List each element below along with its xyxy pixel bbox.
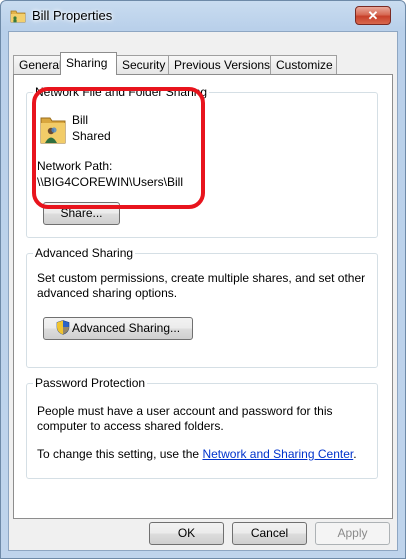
tab-customize[interactable]: Customize bbox=[270, 55, 337, 74]
advanced-sharing-button[interactable]: Advanced Sharing... bbox=[43, 317, 193, 340]
password-protection-legend: Password Protection bbox=[33, 376, 148, 390]
folder-icon bbox=[10, 10, 26, 23]
advanced-sharing-group: Advanced Sharing Set custom permissions,… bbox=[26, 246, 378, 368]
tab-general[interactable]: General bbox=[13, 55, 62, 74]
ok-button[interactable]: OK bbox=[149, 522, 224, 545]
close-button[interactable]: ✕ bbox=[355, 6, 391, 25]
change-setting-text: To change this setting, use the Network … bbox=[37, 447, 357, 461]
network-sharing-legend: Network File and Folder Sharing bbox=[33, 85, 210, 99]
share-status: Shared bbox=[72, 129, 111, 143]
advanced-sharing-legend: Advanced Sharing bbox=[33, 246, 136, 260]
share-button[interactable]: Share... bbox=[43, 202, 120, 225]
close-icon: ✕ bbox=[367, 8, 379, 23]
password-protection-group: Password Protection People must have a u… bbox=[26, 376, 378, 479]
advanced-sharing-desc-line2: advanced sharing options. bbox=[37, 286, 178, 300]
network-path-label: Network Path: bbox=[37, 159, 113, 173]
password-desc-line2: computer to access shared folders. bbox=[37, 419, 224, 433]
change-setting-suffix: . bbox=[353, 447, 357, 461]
network-path-value: \\BIG4COREWIN\Users\Bill bbox=[37, 175, 184, 189]
change-setting-prefix: To change this setting, use the bbox=[37, 447, 203, 461]
tab-previous-versions[interactable]: Previous Versions bbox=[168, 55, 271, 74]
sharing-panel: Network File and Folder Sharing Bill Sha… bbox=[13, 74, 393, 519]
properties-window: Bill Properties ✕ General Sharing Securi… bbox=[0, 0, 406, 559]
dialog-client: General Sharing Security Previous Versio… bbox=[8, 31, 398, 551]
tab-security[interactable]: Security bbox=[116, 55, 169, 74]
network-sharing-group: Network File and Folder Sharing Bill Sha… bbox=[26, 85, 378, 238]
shared-folder-icon bbox=[40, 117, 66, 144]
window-title: Bill Properties bbox=[32, 8, 113, 23]
folder-name: Bill bbox=[72, 113, 89, 127]
tab-sharing[interactable]: Sharing bbox=[60, 52, 117, 75]
uac-shield-icon bbox=[56, 320, 70, 336]
cancel-button[interactable]: Cancel bbox=[232, 522, 307, 545]
password-desc-line1: People must have a user account and pass… bbox=[37, 404, 333, 418]
title-bar[interactable]: Bill Properties ✕ bbox=[1, 1, 405, 31]
apply-button[interactable]: Apply bbox=[315, 522, 390, 545]
advanced-sharing-desc-line1: Set custom permissions, create multiple … bbox=[37, 271, 366, 285]
advanced-sharing-button-label: Advanced Sharing... bbox=[71, 321, 181, 335]
network-sharing-center-link[interactable]: Network and Sharing Center bbox=[202, 447, 353, 461]
